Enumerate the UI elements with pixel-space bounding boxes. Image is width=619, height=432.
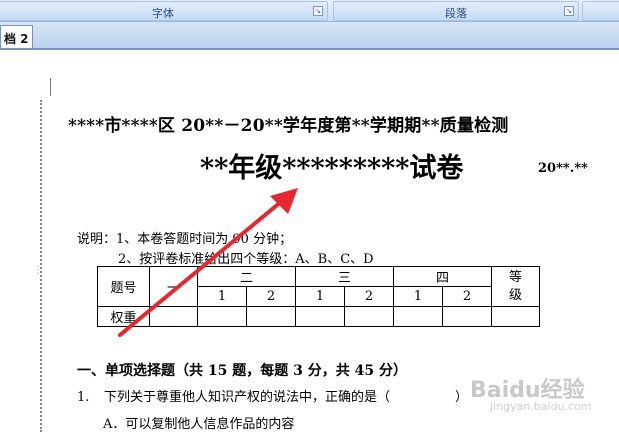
table-empty-cell bbox=[295, 306, 345, 327]
table-col-grade-text: 等级 bbox=[508, 269, 522, 303]
ribbon-group-bar: 字体 ↘ 段落 ↘ bbox=[0, 0, 619, 22]
table-sub-cell: 2 bbox=[442, 286, 492, 307]
exam-date-label: 20**.** bbox=[538, 161, 588, 176]
section-heading: 一、单项选择题（共 15 题，每题 3 分，共 45 分） bbox=[77, 363, 407, 379]
table-col-three: 三 bbox=[295, 266, 394, 287]
exam-subtitle: **年级*********试卷 bbox=[200, 153, 464, 184]
styles-group[interactable] bbox=[582, 1, 619, 21]
question-1-option-a: A．可以复制他人信息作品的内容 bbox=[103, 417, 295, 432]
table-empty-cell bbox=[344, 306, 394, 327]
question-1: 1. 下列关于尊重他人知识产权的说法中，正确的是（ ） bbox=[77, 386, 468, 405]
instruction-line-1: 说明：1、本卷答题时间为 90 分钟； bbox=[77, 232, 293, 247]
table-col-grade: 等级 bbox=[491, 266, 540, 307]
table-empty-cell bbox=[393, 306, 443, 327]
table-weight-label: 权重 bbox=[97, 306, 150, 327]
table-sub-cell: 1 bbox=[197, 286, 247, 307]
paragraph-group-label: 段落 bbox=[445, 7, 467, 20]
watermark-url: jingyan.baidu.com bbox=[490, 400, 592, 413]
binding-line-glyph: ⋮ bbox=[33, 265, 43, 276]
question-1-text: 下列关于尊重他人知识产权的说法中，正确的是（ ） bbox=[104, 390, 469, 405]
table-sub-cell: 2 bbox=[246, 286, 296, 307]
paragraph-group[interactable]: 段落 ↘ bbox=[333, 1, 579, 21]
table-empty-cell bbox=[442, 306, 492, 327]
document-tab[interactable]: 档 2 bbox=[0, 25, 33, 48]
exam-title: ****市****区 20**－20**学年度第**学期期**质量检测 bbox=[68, 116, 509, 136]
table-sub-cell: 2 bbox=[344, 286, 394, 307]
document-tab-bar: 档 2 bbox=[0, 22, 619, 50]
table-col-one: 一 bbox=[149, 266, 198, 307]
grade-table: 题号 一 二 三 四 等级 1 2 1 2 1 2 权重 bbox=[97, 266, 540, 327]
table-sub-cell: 1 bbox=[393, 286, 443, 307]
table-empty-cell bbox=[491, 306, 540, 327]
font-group[interactable]: 字体 ↘ bbox=[0, 1, 328, 21]
table-col-two: 二 bbox=[197, 266, 296, 287]
paragraph-dialog-launcher-icon[interactable]: ↘ bbox=[564, 6, 574, 16]
table-empty-cell bbox=[246, 306, 296, 327]
instruction-line-2: 2、按评卷标准给出四个等级：A、B、C、D bbox=[118, 252, 374, 267]
table-sub-cell: 1 bbox=[295, 286, 345, 307]
table-empty-cell bbox=[149, 306, 198, 327]
question-1-number: 1. bbox=[77, 390, 90, 405]
table-header-number: 题号 bbox=[97, 266, 150, 307]
table-col-four: 四 bbox=[393, 266, 492, 287]
text-boundary-mark bbox=[50, 78, 51, 96]
font-group-label: 字体 bbox=[152, 7, 174, 20]
font-dialog-launcher-icon[interactable]: ↘ bbox=[313, 6, 323, 16]
table-empty-cell bbox=[197, 306, 247, 327]
